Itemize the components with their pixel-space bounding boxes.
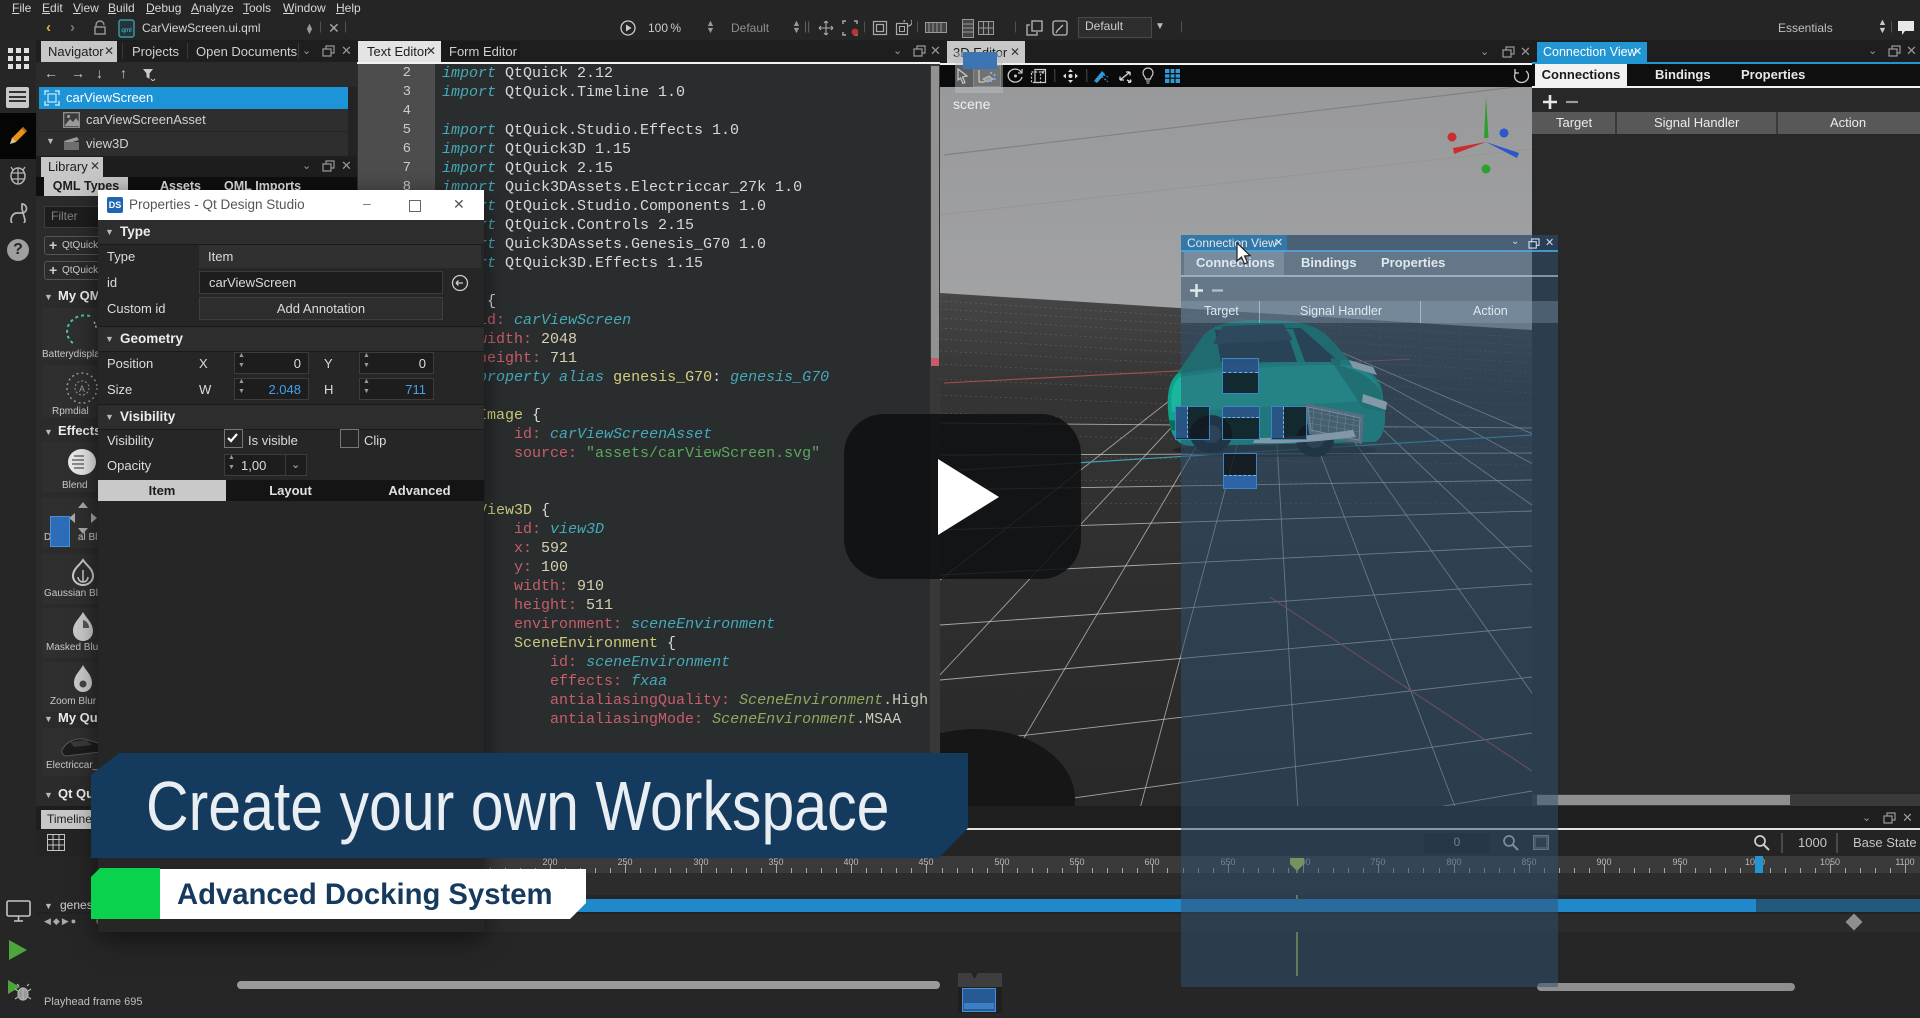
svg-text:qml: qml — [121, 27, 131, 34]
svg-text:A: A — [79, 384, 85, 394]
